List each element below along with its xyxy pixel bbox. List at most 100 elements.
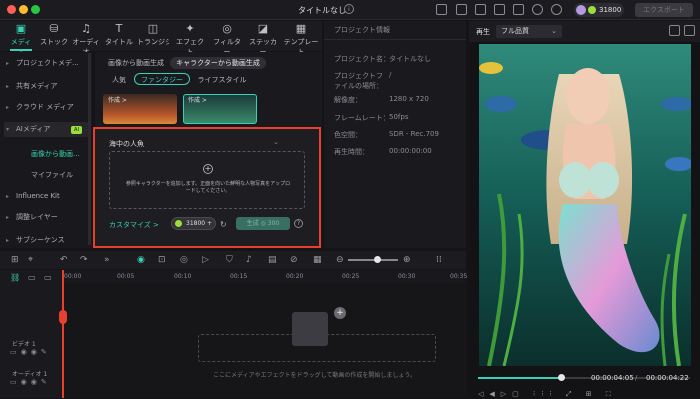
- character-video-dialog: 海中の人魚 ⌄ + 参照キャラクターを追加します。正面を向いた鮮明な人物写真をア…: [93, 127, 321, 248]
- device-icon[interactable]: [475, 4, 486, 15]
- tab-playback[interactable]: 再生: [476, 27, 490, 37]
- upload-instructions: 参照キャラクターを追加します。正面を向いた鮮明な人物写真をアップロードしてくださ…: [125, 181, 291, 194]
- tool-label: タイトル: [105, 38, 133, 46]
- close-window-button[interactable]: [7, 5, 16, 14]
- sidebar-item-subsequence[interactable]: ▸ サブシーケンス: [4, 233, 88, 248]
- sidebar-item-project-media[interactable]: ▸ プロジェクトメデ...: [4, 56, 88, 71]
- create-link[interactable]: 作成 >: [188, 95, 207, 104]
- chevron-right-icon: ▸: [6, 214, 10, 221]
- tool-effect[interactable]: ✦エフェクト: [173, 23, 207, 57]
- grid-icon[interactable]: ▦: [313, 255, 322, 265]
- zoom-slider-track[interactable]: [348, 259, 398, 261]
- select-tool-icon[interactable]: ⌖: [28, 255, 33, 265]
- tool-media[interactable]: ▣メディア: [8, 22, 34, 57]
- audio-icon: ♫: [81, 22, 91, 35]
- media-toolbar: ▣メディア ⛁ ストック ♫オーディオ T タイトル ◫ トランジション ✦エフェクト…: [0, 21, 322, 57]
- filter-popular[interactable]: 人気: [108, 74, 130, 86]
- crop-icon[interactable]: ⊡: [158, 255, 166, 265]
- tool-audio[interactable]: ♫オーディオ: [70, 22, 102, 57]
- add-icon[interactable]: +: [334, 307, 346, 319]
- credit-count: 31800: [599, 6, 622, 14]
- tool-template[interactable]: ▦テンプレート: [282, 22, 320, 57]
- snapshot-icon[interactable]: [669, 25, 680, 36]
- credit-balance[interactable]: 31800: [574, 3, 624, 17]
- tool-transition[interactable]: ◫ トランジション: [137, 23, 169, 50]
- credit-cost-chip[interactable]: 31800 +: [171, 217, 216, 230]
- title-info-icon[interactable]: i: [344, 4, 354, 14]
- zoom-out-icon[interactable]: ⊖: [336, 255, 344, 265]
- record-icon[interactable]: ◎: [180, 255, 188, 265]
- tool-label: トランジション: [137, 38, 169, 46]
- playhead-knob[interactable]: [558, 374, 565, 381]
- template-icon: ▦: [295, 22, 307, 35]
- quality-select[interactable]: フル品質 ⌄: [496, 25, 562, 38]
- tool-title[interactable]: T タイトル: [105, 23, 133, 50]
- timecode-separator: /: [635, 374, 638, 382]
- sidebar-item-label: Influence Kit: [16, 192, 60, 200]
- create-link[interactable]: 作成 >: [108, 95, 127, 104]
- marker-icon[interactable]: ⊘: [290, 255, 298, 265]
- refresh-icon[interactable]: ↻: [220, 220, 227, 229]
- play-icon[interactable]: ▷: [202, 255, 209, 265]
- link-icon[interactable]: ⛓: [10, 273, 20, 282]
- redo-icon[interactable]: ↷: [80, 255, 88, 265]
- video-preview[interactable]: [479, 44, 691, 366]
- media-icon: ▣: [15, 22, 27, 35]
- generate-button[interactable]: 生成 ◎ 300: [236, 217, 290, 230]
- sidebar-item-shared-media[interactable]: ▸ 共有メディア: [4, 79, 88, 94]
- shield-icon[interactable]: ⛉: [226, 255, 233, 265]
- columns-icon[interactable]: ⁞⁞: [436, 255, 442, 265]
- audio-track-controls[interactable]: ▭◉◉✎: [10, 378, 51, 386]
- sidebar-item-influence-kit[interactable]: ▸ Influence Kit: [4, 189, 88, 204]
- zoom-slider-knob[interactable]: [374, 256, 381, 263]
- image-icon[interactable]: [684, 25, 695, 36]
- chevron-down-icon: ⌄: [551, 27, 557, 35]
- playhead-handle[interactable]: [59, 310, 67, 324]
- microphone-icon[interactable]: ♪: [246, 255, 252, 265]
- sidebar-item-image-to-video[interactable]: 画像から動画...: [31, 149, 80, 159]
- gift-icon[interactable]: [436, 4, 447, 15]
- ruler-label: 00:15: [230, 273, 248, 280]
- zoom-window-button[interactable]: [31, 5, 40, 14]
- sidebar-scrollbar[interactable]: [88, 53, 91, 245]
- timeline-playhead[interactable]: [62, 270, 64, 398]
- export-button[interactable]: エクスポート: [635, 3, 693, 17]
- chevron-right-icon: ▸: [6, 104, 10, 111]
- layout-icon[interactable]: ⊞: [11, 255, 19, 265]
- sidebar-item-label: AIメディア: [16, 125, 51, 133]
- track-add-icon[interactable]: ▭: [28, 273, 36, 282]
- tool-filter[interactable]: ◎フィルター: [210, 23, 244, 57]
- download-icon[interactable]: [551, 4, 562, 15]
- ai-tool-icon[interactable]: ◉: [137, 255, 145, 265]
- chevron-right-icon: ▸: [6, 193, 10, 200]
- sidebar-item-label: 調整レイヤー: [16, 213, 58, 221]
- filter-lifestyle[interactable]: ライフスタイル: [196, 74, 248, 86]
- help-icon[interactable]: ?: [294, 219, 303, 228]
- grid-icon[interactable]: [513, 4, 524, 15]
- image-icon[interactable]: [456, 4, 467, 15]
- undo-icon[interactable]: ↶: [60, 255, 68, 265]
- track-add-audio-icon[interactable]: ▭: [44, 273, 52, 282]
- character-upload-area[interactable]: + 参照キャラクターを追加します。正面を向いた鮮明な人物写真をアップロードしてく…: [109, 151, 305, 209]
- add-icon: +: [203, 164, 213, 174]
- tab-image-to-video[interactable]: 画像から動画生成: [108, 57, 164, 69]
- sidebar-item-label: クラウド メディア: [16, 103, 74, 111]
- video-track-controls[interactable]: ▭◉◉✎: [10, 348, 51, 356]
- zoom-in-icon[interactable]: ⊕: [403, 255, 411, 265]
- tool-sticker[interactable]: ◪ステッカー: [246, 23, 280, 57]
- save-icon[interactable]: [494, 4, 505, 15]
- player-header: 再生 フル品質 ⌄: [469, 21, 700, 42]
- cloud-icon[interactable]: [532, 4, 543, 15]
- minimize-window-button[interactable]: [19, 5, 28, 14]
- tab-character-to-video[interactable]: キャラクターから動画生成: [170, 57, 266, 69]
- tool-stock[interactable]: ⛁ ストック: [40, 23, 68, 50]
- sidebar-item-adjustment-layer[interactable]: ▸ 調整レイヤー: [4, 210, 88, 225]
- sidebar-item-cloud-media[interactable]: ▸ クラウド メディア: [4, 100, 88, 115]
- split-icon[interactable]: »: [104, 255, 110, 265]
- filter-fantasy[interactable]: ファンタジー: [134, 73, 190, 85]
- customize-link[interactable]: カスタマイズ >: [109, 220, 159, 230]
- audio-track-label: オーディオ 1: [12, 371, 48, 378]
- chevron-down-icon[interactable]: ⌄: [273, 138, 279, 146]
- text-icon[interactable]: ▤: [268, 255, 277, 265]
- sidebar-item-my-files[interactable]: マイファイル: [31, 170, 73, 180]
